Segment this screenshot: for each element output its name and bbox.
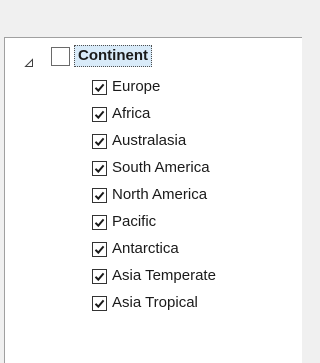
tree-item-asia-tropical[interactable]: Asia Tropical: [92, 291, 198, 315]
tree-item-europe[interactable]: Europe: [92, 75, 160, 99]
tree-item-label: Europe: [112, 78, 161, 95]
checkmark-icon: [94, 137, 105, 146]
checkmark-icon: [94, 110, 105, 119]
checkmark-icon: [94, 191, 105, 200]
checkmark-icon: [94, 83, 105, 92]
checkbox-africa[interactable]: [92, 106, 107, 122]
checkmark-icon: [94, 299, 105, 308]
tree-item-north-america[interactable]: North America: [92, 183, 207, 207]
checkbox-pacific[interactable]: [92, 214, 107, 230]
tree-item-australasia[interactable]: Australasia: [92, 129, 186, 153]
tree-item-label: Australasia: [112, 132, 187, 149]
checkmark-icon: [94, 272, 105, 281]
tree-item-label: Africa: [112, 105, 151, 122]
checkmark-icon: [94, 245, 105, 254]
tree-item-label: South America: [112, 159, 210, 176]
checkmark-icon: [94, 218, 105, 227]
tree-item-label: Pacific: [112, 213, 157, 230]
tree-item-south-america[interactable]: South America: [92, 156, 210, 180]
tree-item-africa[interactable]: Africa: [92, 102, 150, 126]
tree-item-label: North America: [112, 186, 208, 203]
tree-item-asia-temperate[interactable]: Asia Temperate: [92, 264, 216, 288]
checkbox-north-america[interactable]: [92, 187, 107, 203]
checkbox-south-america[interactable]: [92, 160, 107, 176]
checkbox-asia-temperate[interactable]: [92, 268, 107, 284]
tree-root-label: Continent: [74, 45, 152, 67]
tree-item-pacific[interactable]: Pacific: [92, 210, 156, 234]
checkbox-australasia[interactable]: [92, 133, 107, 149]
tree-item-antarctica[interactable]: Antarctica: [92, 237, 179, 261]
tree-root-continent[interactable]: Continent: [51, 44, 152, 68]
checkmark-icon: [94, 164, 105, 173]
checkbox-antarctica[interactable]: [92, 241, 107, 257]
tree-item-label: Antarctica: [112, 240, 179, 257]
root-checkbox[interactable]: [51, 46, 70, 66]
tree-item-label: Asia Temperate: [112, 267, 216, 284]
checkbox-asia-tropical[interactable]: [92, 295, 107, 311]
collapse-triangle-icon[interactable]: [24, 58, 34, 68]
tree-item-label: Asia Tropical: [112, 294, 198, 311]
checkbox-europe[interactable]: [92, 79, 107, 95]
